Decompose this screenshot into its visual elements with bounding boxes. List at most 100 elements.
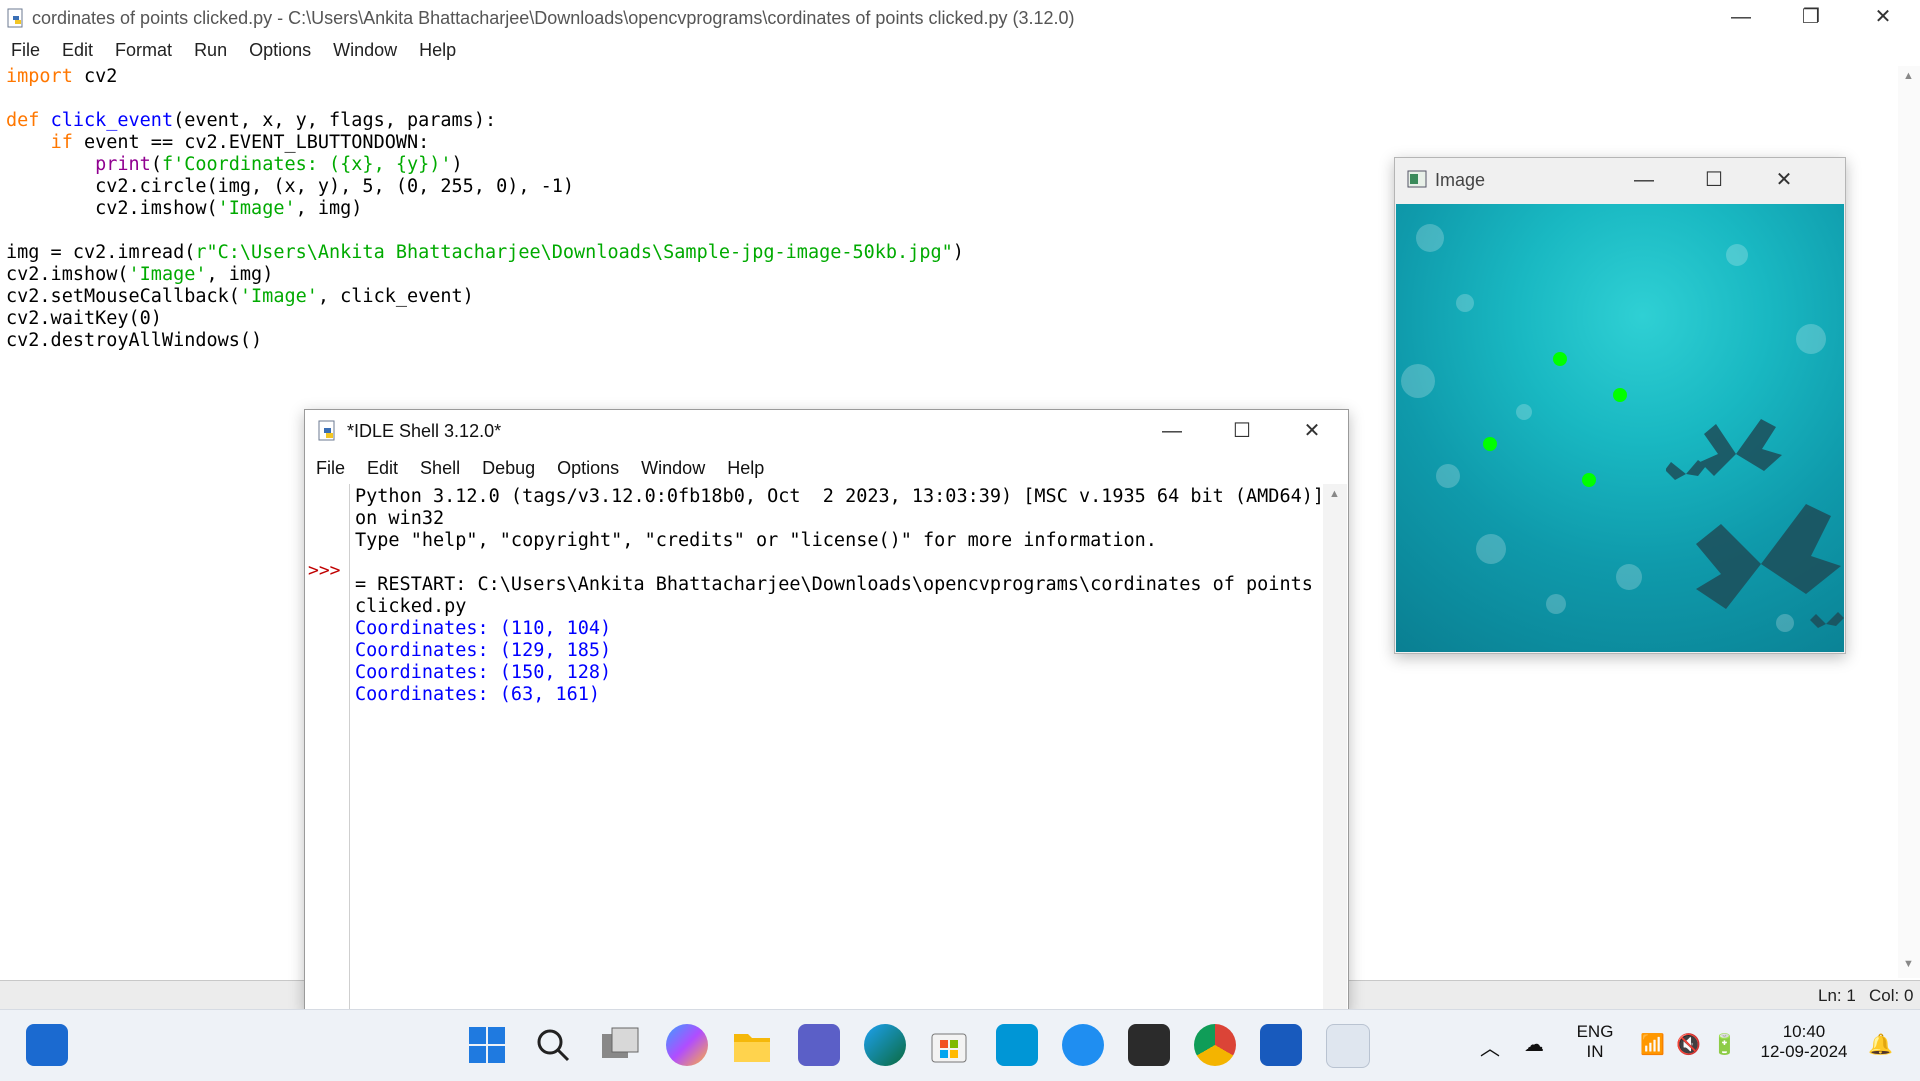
shell-menu-debug[interactable]: Debug <box>471 454 546 479</box>
bokeh-light <box>1401 364 1435 398</box>
scroll-down-icon[interactable]: ▼ <box>1903 958 1914 970</box>
code-line: if event == cv2.EVENT_LBUTTONDOWN: <box>6 132 1896 154</box>
taskbar: ︿ ☁ ENG IN 📶 🔇 🔋 10:40 12-09-2024 🔔 <box>0 1009 1920 1081</box>
menu-format[interactable]: Format <box>104 36 183 61</box>
menu-file[interactable]: File <box>0 36 51 61</box>
bokeh-light <box>1546 594 1566 614</box>
file-explorer-icon[interactable] <box>732 1026 772 1064</box>
bokeh-light <box>1476 534 1506 564</box>
chevron-up-icon[interactable]: ︿ <box>1480 1032 1500 1061</box>
onedrive-icon[interactable]: ☁ <box>1524 1032 1544 1057</box>
code-text: img = cv2.imread( <box>6 242 196 263</box>
shell-menu-window[interactable]: Window <box>630 454 716 479</box>
search-icon[interactable] <box>534 1026 572 1064</box>
shell-title: *IDLE Shell 3.12.0* <box>347 421 502 441</box>
close-button[interactable]: ✕ <box>1860 0 1906 34</box>
image-minimize-button[interactable]: — <box>1621 163 1667 197</box>
shell-help-line: Type "help", "copyright", "credits" or "… <box>355 530 1157 551</box>
image-canvas[interactable] <box>1396 204 1844 652</box>
bokeh-light <box>1436 464 1460 488</box>
minimize-button[interactable]: — <box>1718 0 1764 34</box>
scroll-up-icon[interactable]: ▲ <box>1329 488 1340 500</box>
shell-output-line: Coordinates: (129, 185) <box>355 640 612 661</box>
windows-start-icon[interactable] <box>468 1026 506 1064</box>
code-text: cv2.imshow( <box>95 198 218 219</box>
image-maximize-button[interactable]: ☐ <box>1691 163 1737 197</box>
function-name: click_event <box>50 110 174 131</box>
shell-menu-edit[interactable]: Edit <box>356 454 409 479</box>
shell-menu-file[interactable]: File <box>305 454 356 479</box>
word-icon[interactable] <box>1260 1024 1302 1066</box>
menu-edit[interactable]: Edit <box>51 36 104 61</box>
language-indicator[interactable]: ENG IN <box>1570 1022 1620 1062</box>
clock-date: 12-09-2024 <box>1760 1042 1848 1061</box>
shell-output-line: Coordinates: (150, 128) <box>355 662 612 683</box>
code-line: def click_event(event, x, y, flags, para… <box>6 110 1896 132</box>
code-text: , img) <box>295 198 363 219</box>
clock[interactable]: 10:40 12-09-2024 <box>1754 1022 1854 1062</box>
string-literal: f'Coordinates: ({x}, {y})' <box>161 154 452 175</box>
clicked-point-marker <box>1553 352 1568 367</box>
code-line: import cv2 <box>6 66 1896 88</box>
string-literal: 'Image' <box>217 198 296 219</box>
battery-icon[interactable]: 🔋 <box>1712 1032 1737 1057</box>
bokeh-light <box>1616 564 1642 590</box>
chrome-icon[interactable] <box>1194 1024 1236 1066</box>
code-text: , img) <box>206 264 274 285</box>
shell-maximize-button[interactable]: ☐ <box>1219 414 1265 448</box>
editor-titlebar[interactable]: cordinates of points clicked.py - C:\Use… <box>0 0 1920 34</box>
code-text: cv2.circle(img, (x, y), 5, (0, 255, 0), … <box>95 176 575 197</box>
menu-window[interactable]: Window <box>322 36 408 61</box>
shell-menu-help[interactable]: Help <box>716 454 775 479</box>
string-literal: r"C:\Users\Ankita Bhattacharjee\Download… <box>195 242 953 263</box>
keyword: def <box>6 110 40 131</box>
bokeh-light <box>1516 404 1532 420</box>
clicked-point-marker <box>1483 437 1498 452</box>
string-literal: 'Image' <box>128 264 207 285</box>
menu-help[interactable]: Help <box>408 36 467 61</box>
scroll-up-icon[interactable]: ▲ <box>1903 70 1914 82</box>
shell-prompt: >>> <box>308 560 341 581</box>
notification-bell-icon[interactable]: 🔔 <box>1868 1032 1893 1057</box>
speaker-muted-icon[interactable]: 🔇 <box>1676 1032 1701 1057</box>
editor-scrollbar[interactable]: ▲ ▼ <box>1898 66 1920 978</box>
copilot-icon[interactable] <box>666 1024 708 1066</box>
code-text: cv2.imshow( <box>6 264 129 285</box>
keyword: import <box>6 66 73 87</box>
python-shell-icon <box>318 420 335 441</box>
code-text: cv2.setMouseCallback( <box>6 286 240 307</box>
shell-titlebar[interactable]: *IDLE Shell 3.12.0* — ☐ ✕ <box>305 410 1348 452</box>
menu-run[interactable]: Run <box>183 36 238 61</box>
task-view-icon[interactable] <box>600 1026 640 1064</box>
butterflies-image <box>1666 419 1844 628</box>
idle-icon[interactable] <box>1326 1024 1370 1068</box>
string-literal: 'Image' <box>239 286 318 307</box>
widgets-icon[interactable] <box>26 1024 68 1066</box>
python-file-icon <box>7 8 23 28</box>
shell-minimize-button[interactable]: — <box>1149 414 1195 448</box>
shell-close-button[interactable]: ✕ <box>1289 414 1335 448</box>
shell-banner: Python 3.12.0 (tags/v3.12.0:0fb18b0, Oct… <box>355 486 1325 529</box>
teams-icon[interactable] <box>798 1024 840 1066</box>
shell-menu-options[interactable]: Options <box>546 454 630 479</box>
editor-title: cordinates of points clicked.py - C:\Use… <box>32 8 1075 28</box>
shell-output[interactable]: Python 3.12.0 (tags/v3.12.0:0fb18b0, Oct… <box>355 486 1325 706</box>
language-code: ENG <box>1576 1022 1614 1041</box>
image-close-button[interactable]: ✕ <box>1761 163 1807 197</box>
wifi-icon[interactable]: 📶 <box>1640 1032 1665 1057</box>
get-help-icon[interactable] <box>1062 1024 1104 1066</box>
shell-output-line: Coordinates: (110, 104) <box>355 618 612 639</box>
bokeh-light <box>1726 244 1748 266</box>
shell-output-line: Coordinates: (63, 161) <box>355 684 601 705</box>
shell-scrollbar[interactable]: ▲ <box>1323 484 1347 1010</box>
myhp-icon[interactable] <box>996 1024 1038 1066</box>
terminal-icon[interactable] <box>1128 1024 1170 1066</box>
microsoft-store-icon[interactable] <box>930 1026 968 1064</box>
code-text: , click_event) <box>317 286 474 307</box>
edge-icon[interactable] <box>864 1024 906 1066</box>
menu-options[interactable]: Options <box>238 36 322 61</box>
bokeh-light <box>1796 324 1826 354</box>
shell-menu-shell[interactable]: Shell <box>409 454 471 479</box>
code-text: (event, x, y, flags, params): <box>173 110 497 131</box>
restore-button[interactable]: ❐ <box>1788 0 1834 34</box>
